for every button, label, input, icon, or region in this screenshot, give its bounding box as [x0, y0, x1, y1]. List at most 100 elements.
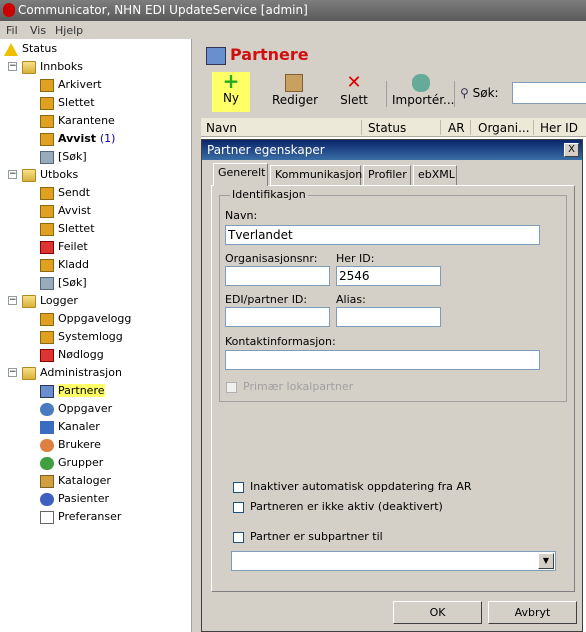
col-status[interactable]: Status — [368, 121, 406, 135]
auto-update-checkbox[interactable]: Inaktiver automatisk oppdatering fra AR — [233, 480, 472, 493]
kontakt-label: Kontaktinformasjon: — [225, 335, 336, 348]
binoculars-icon: ⚲ — [460, 86, 469, 100]
tab-generelt[interactable]: Generelt — [213, 163, 268, 186]
avvist-count: (1) — [99, 132, 116, 145]
tree-status[interactable]: Status — [4, 40, 57, 57]
alias-field[interactable] — [336, 307, 441, 327]
navigation-tree: Status − Innboks Arkivert Slettet Karant… — [0, 39, 192, 632]
search-label: ⚲ Søk: — [460, 86, 499, 100]
collapse-logger[interactable]: − — [8, 296, 17, 305]
delete-x-icon: ✕ — [346, 72, 362, 93]
tree-admin-brukere[interactable]: Brukere — [40, 436, 101, 453]
partner-icon — [40, 384, 54, 398]
col-navn[interactable]: Navn — [206, 121, 237, 135]
tree-admin-kataloger[interactable]: Kataloger — [40, 472, 111, 489]
tree-utboks[interactable]: Utboks — [22, 166, 78, 183]
tree-utboks-avvist[interactable]: Avvist — [40, 202, 91, 219]
ok-button[interactable]: OK — [393, 601, 482, 624]
col-ar[interactable]: AR — [448, 121, 465, 135]
inactive-checkbox[interactable]: Partneren er ikke aktiv (deaktivert) — [233, 500, 443, 513]
collapse-administrasjon[interactable]: − — [8, 368, 17, 377]
tree-innboks[interactable]: Innboks — [22, 58, 83, 75]
partner-icon — [206, 46, 226, 65]
edit-button[interactable]: Rediger — [272, 74, 318, 107]
tree-utboks-sok[interactable]: [Søk] — [40, 274, 87, 291]
tree-utboks-sendt[interactable]: Sendt — [40, 184, 90, 201]
mail-icon — [40, 204, 54, 218]
tree-admin-oppgaver[interactable]: Oppgaver — [40, 400, 112, 417]
import-icon — [412, 74, 430, 92]
folder-icon — [22, 168, 36, 182]
window-title: Communicator, NHN EDI UpdateService [adm… — [18, 3, 308, 17]
menu-hjelp[interactable]: Hjelp — [55, 24, 83, 37]
navn-field[interactable]: Tverlandet — [225, 225, 540, 245]
menu-vis[interactable]: Vis — [30, 24, 46, 37]
catalog-icon — [40, 474, 54, 488]
dialog-titlebar: Partner egenskaper X — [202, 140, 582, 160]
new-button[interactable]: + Ny — [212, 69, 250, 112]
col-her-id[interactable]: Her ID — [540, 121, 578, 135]
identification-group: Identifikasjon Navn: Tverlandet Organisa… — [219, 188, 567, 402]
chevron-down-icon[interactable]: ▼ — [538, 553, 554, 569]
log-icon — [40, 312, 54, 326]
navn-label: Navn: — [225, 209, 258, 222]
tab-profiler[interactable]: Profiler — [363, 165, 411, 185]
mail-icon — [40, 96, 54, 110]
toolbar-separator — [454, 81, 455, 107]
tree-admin-preferanser[interactable]: Preferanser — [40, 508, 121, 525]
folder-icon — [22, 60, 36, 74]
menu-fil[interactable]: Fil — [6, 24, 18, 37]
delete-button[interactable]: ✕ Slett — [338, 72, 370, 108]
col-organisasjon[interactable]: Organi... — [478, 121, 530, 135]
primary-local-checkbox[interactable]: Primær lokalpartner — [226, 380, 353, 393]
herid-field[interactable]: 2546 — [336, 266, 441, 286]
tree-logger-oppgavelogg[interactable]: Oppgavelogg — [40, 310, 131, 327]
tree-admin-partnere[interactable]: Partnere — [40, 382, 105, 399]
tree-utboks-kladd[interactable]: Kladd — [40, 256, 89, 273]
folder-open-icon — [22, 366, 36, 380]
edi-partner-id-field[interactable] — [225, 307, 330, 327]
app-icon — [3, 3, 15, 17]
error-mail-icon — [40, 240, 54, 254]
orgnr-label: Organisasjonsnr: — [225, 252, 318, 265]
tab-ebxml[interactable]: ebXML — [413, 165, 457, 185]
herid-label: Her ID: — [336, 252, 375, 265]
collapse-utboks[interactable]: − — [8, 170, 17, 179]
tree-innboks-arkivert[interactable]: Arkivert — [40, 76, 102, 93]
tree-logger-systemlogg[interactable]: Systemlogg — [40, 328, 123, 345]
import-button[interactable]: Importér... — [392, 74, 454, 107]
alias-label: Alias: — [336, 293, 366, 306]
tree-innboks-sok[interactable]: [Søk] — [40, 148, 87, 165]
tree-utboks-slettet[interactable]: Slettet — [40, 220, 95, 237]
collapse-innboks[interactable]: − — [8, 62, 17, 71]
mail-icon — [40, 114, 54, 128]
tree-administrasjon[interactable]: Administrasjon — [22, 364, 122, 381]
search-input[interactable] — [512, 82, 586, 104]
orgnr-field[interactable] — [225, 266, 330, 286]
tab-kommunikasjon[interactable]: Kommunikasjon — [270, 165, 362, 185]
mail-icon — [40, 132, 54, 146]
tree-admin-pasienter[interactable]: Pasienter — [40, 490, 109, 507]
user-icon — [40, 438, 54, 452]
menubar: Fil Vis Hjelp — [0, 21, 586, 39]
tree-logger-nodlogg[interactable]: Nødlogg — [40, 346, 104, 363]
tree-innboks-avvist[interactable]: Avvist (1) — [40, 130, 115, 147]
edi-label: EDI/partner ID: — [225, 293, 308, 306]
tree-admin-grupper[interactable]: Grupper — [40, 454, 103, 471]
tree-admin-kanaler[interactable]: Kanaler — [40, 418, 100, 435]
subpartner-select[interactable]: ▼ — [231, 551, 556, 571]
subpartner-checkbox[interactable]: Partner er subpartner til — [233, 530, 383, 543]
edit-icon — [285, 74, 303, 92]
patient-icon — [40, 492, 54, 506]
cancel-button[interactable]: Avbryt — [488, 601, 577, 624]
tree-utboks-feilet[interactable]: Feilet — [40, 238, 88, 255]
channel-icon — [40, 420, 54, 434]
plus-icon: + — [222, 69, 240, 93]
tree-logger[interactable]: Logger — [22, 292, 78, 309]
kontakt-field[interactable] — [225, 350, 540, 370]
group-label: Identifikasjon — [230, 188, 308, 201]
tree-innboks-karantene[interactable]: Karantene — [40, 112, 115, 129]
tree-innboks-slettet[interactable]: Slettet — [40, 94, 95, 111]
window-titlebar: Communicator, NHN EDI UpdateService [adm… — [0, 0, 586, 21]
close-button[interactable]: X — [564, 143, 579, 157]
